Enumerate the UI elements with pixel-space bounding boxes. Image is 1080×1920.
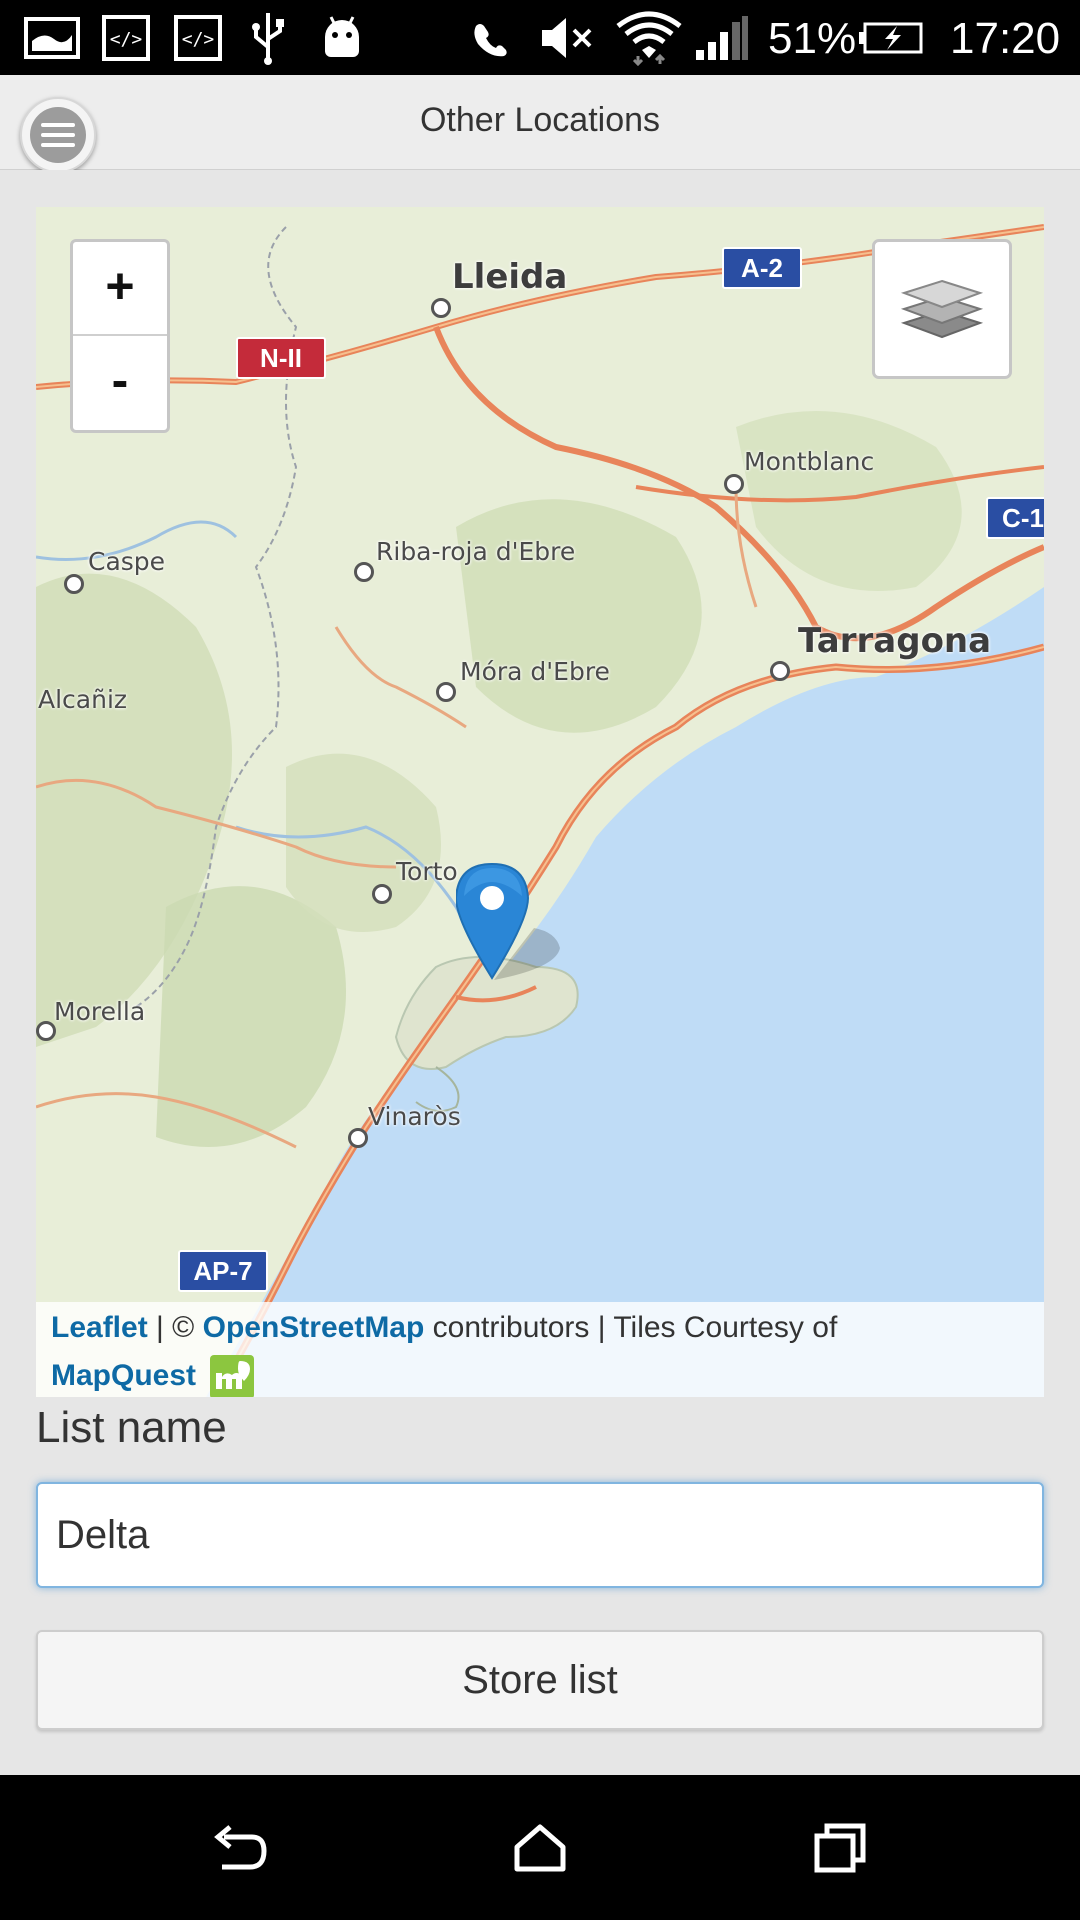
city-marker-mora	[436, 682, 456, 702]
city-marker-ribaroja	[354, 562, 374, 582]
status-bar: </> </> 51% 17:20	[0, 0, 1080, 75]
city-marker-tarragona	[770, 661, 790, 681]
city-marker-tortosa	[372, 884, 392, 904]
map-tiles	[36, 207, 1044, 1397]
place-label-alcaniz: Alcañiz	[38, 685, 128, 714]
code-icon: </>	[100, 0, 152, 75]
image-icon	[22, 0, 82, 75]
place-label-mora: Móra d'Ebre	[460, 657, 610, 686]
battery-charging-icon	[858, 0, 924, 75]
place-label-vinaros: Vinaròs	[368, 1102, 461, 1131]
road-shield-a2: A-2	[722, 247, 802, 289]
wifi-icon	[614, 0, 684, 75]
phone-icon	[466, 0, 514, 75]
home-icon[interactable]	[480, 1775, 600, 1920]
map-marker-icon[interactable]	[454, 862, 576, 987]
usb-icon	[242, 0, 294, 75]
openstreetmap-link[interactable]: OpenStreetMap	[203, 1311, 425, 1344]
android-icon	[318, 0, 366, 75]
map[interactable]: A-2 N-II C-1 AP-7 Lleida Montblanc Caspe…	[36, 207, 1044, 1397]
city-marker-caspe	[64, 574, 84, 594]
svg-text:</>: </>	[182, 29, 215, 50]
map-attribution: Leaflet | © OpenStreetMap contributors |…	[36, 1302, 1044, 1397]
zoom-control: + -	[70, 239, 170, 433]
layers-icon	[900, 279, 984, 339]
road-shield-c1: C-1	[986, 497, 1044, 539]
store-list-button[interactable]: Store list	[36, 1630, 1044, 1730]
back-icon[interactable]	[180, 1775, 300, 1920]
menu-button[interactable]	[20, 97, 96, 173]
place-label-montblanc: Montblanc	[744, 447, 875, 476]
list-name-input[interactable]	[36, 1482, 1044, 1588]
road-shield-ap7: AP-7	[178, 1250, 268, 1292]
code-icon: </>	[172, 0, 224, 75]
attribution-separator: | ©	[147, 1311, 203, 1344]
battery-percent: 51%	[768, 14, 857, 63]
mute-icon	[536, 0, 600, 75]
zoom-out-button[interactable]: -	[73, 336, 167, 428]
city-marker-morella	[36, 1021, 56, 1041]
mapquest-link[interactable]: MapQuest	[51, 1359, 196, 1392]
place-label-tortosa: Torto	[396, 857, 458, 886]
place-label-tarragona: Tarragona	[798, 621, 992, 661]
city-marker-lleida	[431, 298, 451, 318]
zoom-in-button[interactable]: +	[73, 242, 167, 336]
clock: 17:20	[950, 14, 1061, 63]
place-label-morella: Morella	[54, 997, 146, 1026]
list-name-label: List name	[36, 1403, 227, 1452]
mapquest-logo-icon	[210, 1355, 255, 1397]
app-header: Other Locations	[0, 75, 1080, 173]
layers-button[interactable]	[872, 239, 1012, 379]
signal-icon	[692, 0, 752, 75]
navigation-bar	[0, 1775, 1080, 1920]
place-label-caspe: Caspe	[88, 547, 166, 576]
city-marker-vinaros	[348, 1128, 368, 1148]
city-marker-montblanc	[724, 474, 744, 494]
recents-icon[interactable]	[780, 1775, 900, 1920]
menu-icon	[30, 107, 86, 163]
road-shield-n2: N-II	[236, 337, 326, 379]
place-label-lleida: Lleida	[452, 257, 568, 297]
svg-text:</>: </>	[110, 29, 143, 50]
page-title: Other Locations	[419, 101, 661, 139]
place-label-ribaroja: Riba-roja d'Ebre	[376, 537, 576, 566]
leaflet-link[interactable]: Leaflet	[51, 1311, 148, 1344]
attribution-contributors: contributors | Tiles Courtesy of	[424, 1311, 838, 1344]
